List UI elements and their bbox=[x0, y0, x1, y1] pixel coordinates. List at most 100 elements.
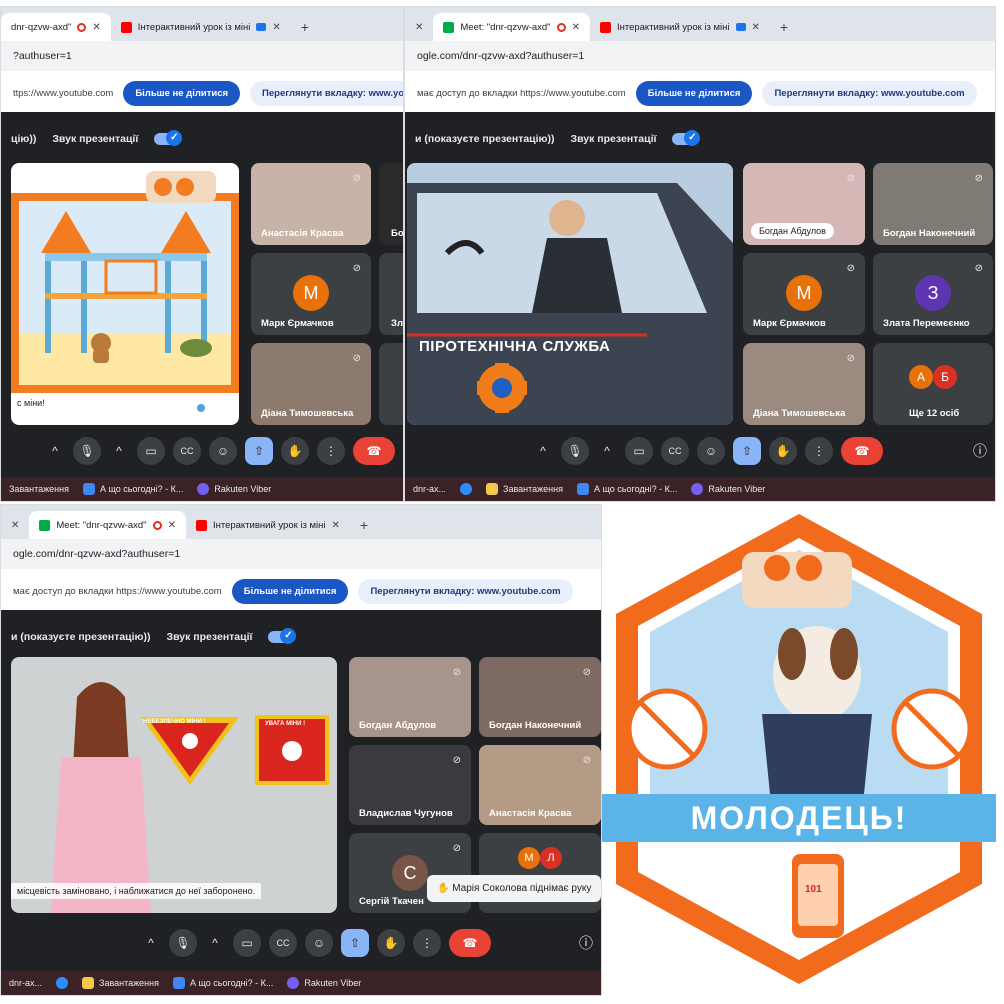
mic-button[interactable]: 🎙 bbox=[169, 929, 197, 957]
participant-tile[interactable]: ⊘ Богдан Абдулов bbox=[743, 163, 865, 245]
close-icon[interactable]: ✕ bbox=[572, 22, 580, 33]
tab-meet[interactable]: Meet: "dnr-qzvw-axd" ✕ bbox=[433, 13, 590, 41]
stop-sharing-button[interactable]: Більше не ділитися bbox=[231, 578, 349, 604]
close-icon[interactable]: ✕ bbox=[415, 22, 423, 33]
tab-meet[interactable]: dnr-qzvw-axd" ✕ bbox=[1, 13, 111, 41]
new-tab-button[interactable]: + bbox=[291, 13, 319, 41]
info-icon[interactable]: ⓘ bbox=[579, 933, 593, 953]
taskbar-item-viber[interactable]: Rakuten Viber bbox=[691, 483, 765, 495]
raise-hand-button[interactable]: ✋ bbox=[281, 437, 309, 465]
zoom-icon[interactable] bbox=[56, 977, 69, 989]
close-icon[interactable]: ✕ bbox=[272, 22, 280, 33]
taskbar-item-viber[interactable]: Rakuten Viber bbox=[287, 977, 361, 989]
camera-button[interactable]: ▭ bbox=[625, 437, 653, 465]
tab-youtube[interactable]: Інтерактивний урок із міні ✕ bbox=[590, 13, 770, 41]
end-call-button[interactable]: ☎ bbox=[353, 437, 395, 465]
present-button[interactable]: ⇧ bbox=[733, 437, 761, 465]
participant-tile[interactable]: ⊘ Богдан Наконечний bbox=[873, 163, 993, 245]
participant-tile[interactable]: ⊘ Богдан Абдулов bbox=[349, 657, 471, 737]
tab-meet[interactable]: Meet: "dnr-qzvw-axd" ✕ bbox=[29, 511, 186, 539]
participant-tile[interactable]: ⊘ Анастасія Красва bbox=[251, 163, 371, 245]
participant-tile[interactable]: ⊘ Анастасія Красва bbox=[479, 745, 601, 825]
participant-tile[interactable]: ⊘ З Злата Перемєєнко bbox=[873, 253, 993, 335]
tab-previous[interactable]: ✕ bbox=[405, 13, 433, 41]
close-icon[interactable]: ✕ bbox=[332, 520, 340, 531]
present-button[interactable]: ⇧ bbox=[341, 929, 369, 957]
end-call-button[interactable]: ☎ bbox=[841, 437, 883, 465]
chevron-up-icon[interactable]: ^ bbox=[597, 437, 617, 465]
chevron-up-icon[interactable]: ^ bbox=[45, 437, 65, 465]
taskbar-item-meet[interactable]: dnr-ax... bbox=[9, 978, 42, 988]
presentation-sound-toggle[interactable] bbox=[672, 130, 701, 146]
presentation-sound-toggle[interactable] bbox=[154, 130, 183, 146]
more-options-button[interactable]: ⋮ bbox=[413, 929, 441, 957]
taskbar-item-viber[interactable]: Rakuten Viber bbox=[197, 483, 271, 495]
tab-youtube[interactable]: Інтерактивний урок із міні ✕ bbox=[186, 511, 350, 539]
taskbar-item-loading[interactable]: Завантаження bbox=[9, 484, 69, 494]
present-button[interactable]: ⇧ bbox=[245, 437, 273, 465]
stop-sharing-button[interactable]: Більше не ділитися bbox=[123, 80, 241, 106]
participant-tile[interactable]: Зл bbox=[379, 253, 403, 335]
address-bar[interactable]: ?authuser=1 bbox=[1, 41, 403, 71]
presentation-sound-toggle[interactable] bbox=[268, 628, 297, 644]
participant-tile[interactable]: ⊘ Богдан Наконечний bbox=[479, 657, 601, 737]
chevron-up-icon[interactable]: ^ bbox=[141, 929, 161, 957]
tab-bar: ✕ Meet: "dnr-qzvw-axd" ✕ Інтерактивний у… bbox=[1, 505, 601, 539]
info-icon[interactable]: ⓘ bbox=[973, 441, 987, 461]
taskbar-item-browser[interactable]: А що сьогодні? - К... bbox=[576, 483, 677, 495]
mic-off-icon: ⊘ bbox=[846, 353, 855, 364]
chevron-up-icon[interactable]: ^ bbox=[109, 437, 129, 465]
raise-hand-button[interactable]: ✋ bbox=[769, 437, 797, 465]
tab-youtube[interactable]: Інтерактивний урок із міні ✕ bbox=[111, 13, 291, 41]
hand-raised-toast[interactable]: ✋ Марія Соколова піднімає руку bbox=[427, 875, 601, 902]
taskbar-item-meet[interactable]: dnr-ax... bbox=[413, 484, 446, 494]
view-tab-button[interactable]: Переглянути вкладку: www.youtube.com bbox=[762, 80, 977, 106]
plus-icon: + bbox=[300, 19, 309, 35]
new-tab-button[interactable]: + bbox=[350, 511, 378, 539]
captions-button[interactable]: CC bbox=[661, 437, 689, 465]
emoji-button[interactable]: ☺ bbox=[697, 437, 725, 465]
camera-button[interactable]: ▭ bbox=[233, 929, 261, 957]
address-bar[interactable]: ogle.com/dnr-qzvw-axd?authuser=1 bbox=[405, 41, 995, 71]
camera-button[interactable]: ▭ bbox=[137, 437, 165, 465]
taskbar: dnr-ax... Завантаження А що сьогодні? - … bbox=[1, 971, 601, 995]
emoji-button[interactable]: ☺ bbox=[209, 437, 237, 465]
captions-button[interactable]: CC bbox=[173, 437, 201, 465]
participant-tile[interactable]: Бо bbox=[379, 163, 403, 245]
more-options-button[interactable]: ⋮ bbox=[317, 437, 345, 465]
taskbar-item-loading[interactable]: Завантаження bbox=[486, 483, 563, 495]
new-tab-button[interactable]: + bbox=[770, 13, 798, 41]
tab-previous[interactable]: ✕ bbox=[1, 511, 29, 539]
more-participants-tile[interactable]: А Б Ще 12 осіб bbox=[873, 343, 993, 425]
playground-illustration bbox=[11, 171, 239, 412]
stop-sharing-button[interactable]: Більше не ділитися bbox=[635, 80, 753, 106]
close-icon[interactable]: ✕ bbox=[92, 22, 100, 33]
close-icon[interactable]: ✕ bbox=[752, 22, 760, 33]
participant-tile[interactable]: ⊘ М Марк Єрмачков bbox=[251, 253, 371, 335]
view-tab-button[interactable]: Переглянути вкладку: www.youtube.co bbox=[250, 80, 403, 106]
mic-button[interactable]: 🎙 bbox=[561, 437, 589, 465]
participant-tile[interactable] bbox=[379, 343, 403, 425]
more-options-button[interactable]: ⋮ bbox=[805, 437, 833, 465]
participant-tile[interactable]: ⊘ Владислав Чугунов bbox=[349, 745, 471, 825]
mic-button[interactable]: 🎙 bbox=[73, 437, 101, 465]
avatar: М bbox=[293, 275, 329, 311]
taskbar-item-browser[interactable]: А що сьогодні? - К... bbox=[172, 977, 273, 989]
taskbar-item-browser[interactable]: А що сьогодні? - К... bbox=[82, 483, 183, 495]
end-call-button[interactable]: ☎ bbox=[449, 929, 491, 957]
captions-button[interactable]: CC bbox=[269, 929, 297, 957]
chevron-up-icon[interactable]: ^ bbox=[533, 437, 553, 465]
participant-tile[interactable]: ⊘ М Марк Єрмачков bbox=[743, 253, 865, 335]
view-tab-button[interactable]: Переглянути вкладку: www.youtube.com bbox=[358, 578, 573, 604]
participant-tile[interactable]: ⊘ Діана Тимошевська bbox=[743, 343, 865, 425]
taskbar-item-loading[interactable]: Завантаження bbox=[82, 977, 159, 989]
raise-hand-button[interactable]: ✋ bbox=[377, 929, 405, 957]
emoji-button[interactable]: ☺ bbox=[305, 929, 333, 957]
chevron-up-icon[interactable]: ^ bbox=[205, 929, 225, 957]
call-controls: ^ 🎙 ^ ▭ CC ☺ ⇧ ✋ ⋮ ☎ bbox=[1, 431, 403, 471]
close-icon[interactable]: ✕ bbox=[11, 520, 19, 531]
zoom-icon[interactable] bbox=[460, 483, 473, 495]
close-icon[interactable]: ✕ bbox=[168, 520, 176, 531]
participant-tile[interactable]: ⊘ Діана Тимошевська bbox=[251, 343, 371, 425]
address-bar[interactable]: ogle.com/dnr-qzvw-axd?authuser=1 bbox=[1, 539, 601, 569]
